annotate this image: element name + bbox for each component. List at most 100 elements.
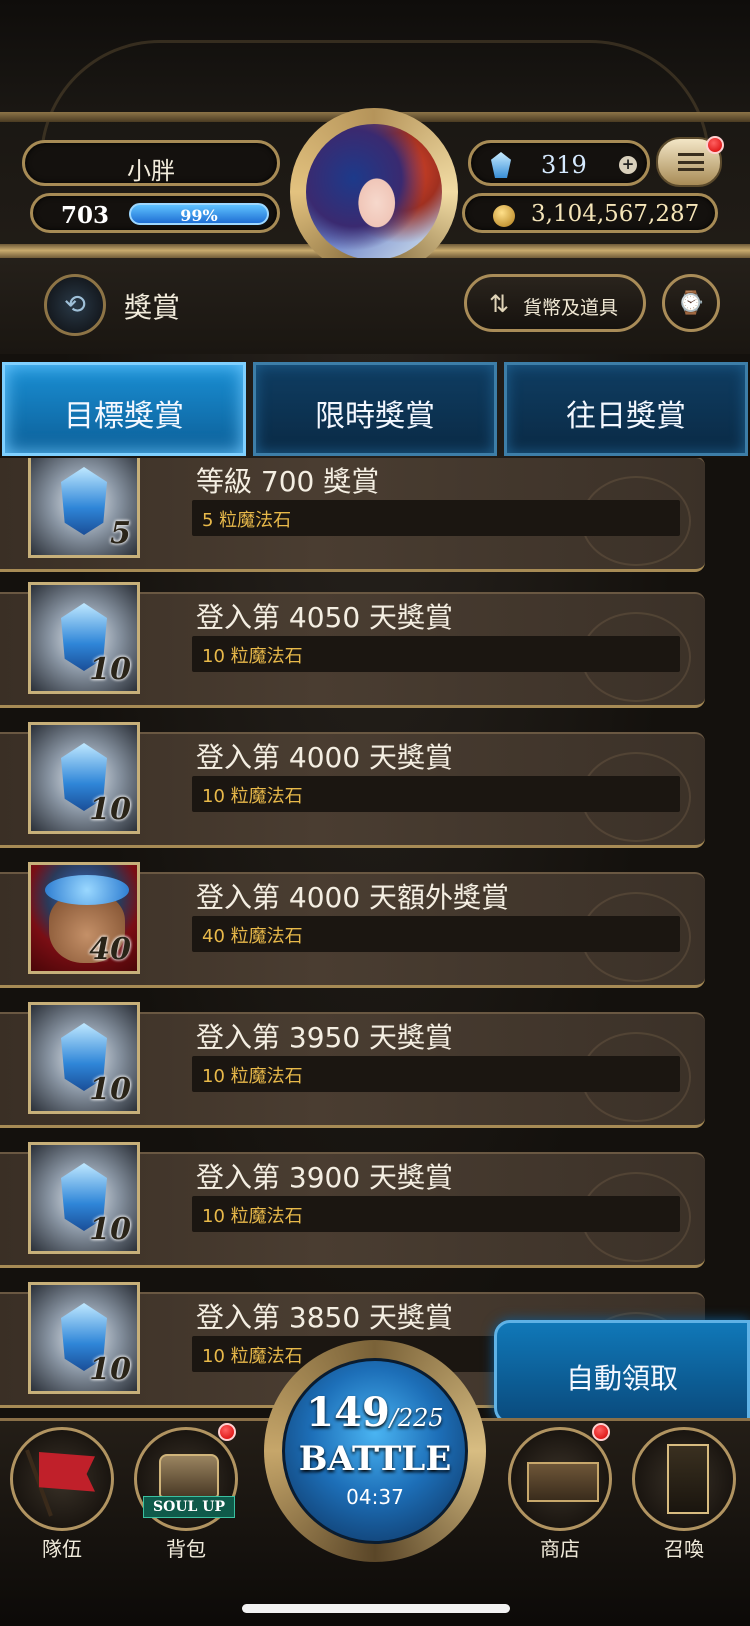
nav-label: 背包	[166, 1537, 206, 1561]
reward-item: 10 粒魔法石	[202, 646, 303, 667]
tab-label: 限時獎賞	[315, 399, 435, 434]
reward-item-bar: 10 粒魔法石	[192, 776, 680, 812]
player-level-panel: 703 99%	[30, 193, 280, 233]
tab-label: 目標獎賞	[64, 399, 184, 434]
app-screen: 小胖 703 99% 319 + 3,104,567,287 ⟲ 獎賞 ⇅ 貨幣…	[0, 0, 750, 1626]
gem-count: 319	[541, 151, 587, 179]
reward-thumbnail: 5	[28, 458, 140, 558]
title-bar: ⟲ 獎賞 ⇅ 貨幣及道具 ⌚	[0, 258, 750, 354]
nav-shop[interactable]: 商店	[508, 1423, 612, 1561]
soul-up-badge: SOUL UP	[143, 1496, 235, 1518]
reward-item-bar: 10 粒魔法石	[192, 1196, 680, 1232]
player-name-panel: 小胖	[22, 140, 280, 186]
reward-item-bar: 10 粒魔法石	[192, 636, 680, 672]
nav-bag-button[interactable]: SOUL UP	[134, 1427, 238, 1531]
reward-title: 登入第 3850 天獎賞	[196, 1301, 454, 1334]
reward-thumbnail: 10	[28, 722, 140, 834]
reward-thumbnail: 10	[28, 582, 140, 694]
reward-card[interactable]: 10 登入第 3950 天獎賞 10 粒魔法石	[0, 998, 705, 1128]
coin-icon	[493, 205, 515, 227]
history-button[interactable]: ⌚	[662, 274, 720, 332]
battle-orb[interactable]: 149/225 BATTLE 04:37	[282, 1358, 468, 1544]
player-level: 703	[61, 202, 110, 229]
stamina-display: 149/225	[285, 1389, 465, 1436]
shop-sign-icon	[527, 1462, 599, 1502]
reward-card[interactable]: 10 登入第 4000 天獎賞 10 粒魔法石	[0, 718, 705, 848]
auto-claim-button[interactable]: 自動領取	[494, 1320, 750, 1424]
nav-team[interactable]: 隊伍	[10, 1427, 114, 1561]
reward-title: 登入第 4050 天獎賞	[196, 601, 454, 634]
battle-button[interactable]: 149/225 BATTLE 04:37	[264, 1340, 486, 1562]
reward-title: 等級 700 獎賞	[196, 465, 380, 498]
reward-item: 10 粒魔法石	[202, 1066, 303, 1087]
avatar-frame[interactable]	[290, 108, 458, 276]
reward-item: 10 粒魔法石	[202, 786, 303, 807]
reward-card[interactable]: 10 登入第 3900 天獎賞 10 粒魔法石	[0, 1138, 705, 1268]
auto-claim-label: 自動領取	[565, 1362, 678, 1395]
reward-card[interactable]: 10 登入第 4050 天獎賞 10 粒魔法石	[0, 578, 705, 708]
reward-list[interactable]: 5 等級 700 獎賞 5 粒魔法石 10 登入第 4050 天獎賞 10 粒魔…	[0, 458, 750, 1418]
reward-thumbnail: 10	[28, 1002, 140, 1114]
reward-title: 登入第 4000 天額外獎賞	[196, 881, 510, 914]
tab-past-rewards[interactable]: 往日獎賞	[504, 362, 748, 456]
stamina-current: 149	[306, 1389, 390, 1436]
reward-title: 登入第 4000 天獎賞	[196, 741, 454, 774]
header-frame: 小胖 703 99% 319 + 3,104,567,287	[0, 0, 750, 276]
reward-item-bar: 5 粒魔法石	[192, 500, 680, 536]
swap-icon: ⇅	[489, 290, 510, 318]
reward-item: 40 粒魔法石	[202, 926, 303, 947]
chest-icon	[159, 1454, 219, 1498]
avatar[interactable]	[306, 124, 442, 260]
notification-dot	[706, 136, 724, 154]
home-indicator[interactable]	[242, 1604, 510, 1613]
reward-qty: 10	[89, 1072, 131, 1107]
nav-bag[interactable]: SOUL UP 背包	[134, 1423, 238, 1561]
tab-limited-rewards[interactable]: 限時獎賞	[253, 362, 497, 456]
reward-qty: 40	[89, 932, 131, 967]
back-arrow-icon: ⟲	[64, 290, 86, 320]
reward-qty: 10	[89, 652, 131, 687]
reward-thumbnail: 10	[28, 1282, 140, 1394]
back-button[interactable]: ⟲	[44, 274, 106, 336]
reward-card[interactable]: 5 等級 700 獎賞 5 粒魔法石	[0, 458, 705, 572]
notification-dot	[218, 1423, 236, 1441]
player-name: 小胖	[127, 157, 175, 185]
nav-label: 隊伍	[42, 1537, 82, 1561]
stamina-max: /225	[389, 1404, 444, 1432]
tab-goal-rewards[interactable]: 目標獎賞	[2, 362, 246, 456]
reward-qty: 10	[89, 1352, 131, 1387]
stamina-timer: 04:37	[346, 1485, 404, 1509]
page-title: 獎賞	[124, 291, 181, 324]
reward-item-bar: 40 粒魔法石	[192, 916, 680, 952]
nav-summon-button[interactable]	[632, 1427, 736, 1531]
magic-stone-icon	[491, 152, 511, 178]
currency-items-label: 貨幣及道具	[523, 297, 619, 319]
reward-title: 登入第 3950 天獎賞	[196, 1021, 454, 1054]
summon-card-icon	[667, 1444, 709, 1514]
reward-thumbnail: 10	[28, 1142, 140, 1254]
reward-card[interactable]: 40 登入第 4000 天額外獎賞 40 粒魔法石	[0, 858, 705, 988]
reward-tabs: 目標獎賞 限時獎賞 往日獎賞	[0, 362, 750, 456]
reward-qty: 5	[110, 516, 131, 551]
tab-label: 往日獎賞	[566, 399, 686, 434]
notification-dot	[592, 1423, 610, 1441]
stone-pile-icon	[45, 875, 129, 905]
magic-stone-icon	[61, 467, 107, 535]
reward-thumbnail: 40	[28, 862, 140, 974]
nav-label: 商店	[540, 1537, 580, 1561]
exp-bar: 99%	[129, 203, 269, 225]
add-gems-button[interactable]: +	[619, 156, 637, 174]
nav-team-button[interactable]	[10, 1427, 114, 1531]
reward-qty: 10	[89, 792, 131, 827]
currency-items-button[interactable]: ⇅ 貨幣及道具	[464, 274, 646, 332]
camera-clock-icon: ⌚	[677, 291, 705, 316]
battle-label: BATTLE	[298, 1439, 452, 1479]
flag-icon	[39, 1452, 95, 1492]
nav-shop-button[interactable]	[508, 1427, 612, 1531]
reward-item: 10 粒魔法石	[202, 1206, 303, 1227]
hamburger-icon	[678, 153, 704, 171]
nav-summon[interactable]: 召喚	[632, 1427, 736, 1561]
reward-item: 5 粒魔法石	[202, 510, 292, 531]
coin-counter: 3,104,567,287	[462, 193, 718, 233]
reward-item-bar: 10 粒魔法石	[192, 1056, 680, 1092]
